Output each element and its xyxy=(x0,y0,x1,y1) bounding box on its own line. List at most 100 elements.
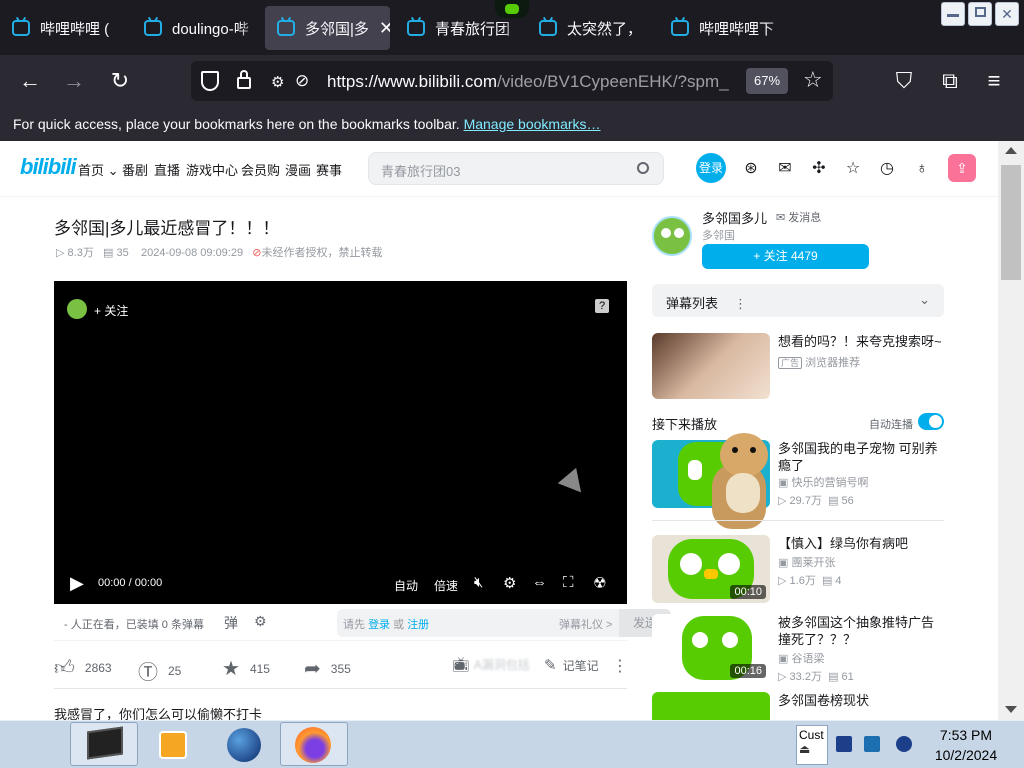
fullscreen-icon[interactable]: ☢ xyxy=(593,574,606,592)
danmaku-list-panel[interactable]: 弹幕列表 ⋮ ⌄ xyxy=(652,284,944,317)
taskbar-globe[interactable] xyxy=(210,722,278,766)
mute-icon[interactable]: 🔇︎ xyxy=(474,574,483,591)
more-options-icon[interactable]: ⋮ xyxy=(612,656,628,676)
ad-card[interactable]: 想看的吗？！来夸克搜索呀~ 广告 浏览器推荐 xyxy=(652,333,944,399)
manage-bookmarks-link[interactable]: Manage bookmarks… xyxy=(464,116,601,132)
clock-date: 10/2/2024 xyxy=(934,747,998,763)
settings-gear-icon[interactable]: ⚙ xyxy=(503,574,516,592)
forward-arrow-icon[interactable]: → xyxy=(60,67,88,95)
chevron-down-icon: ⌄ xyxy=(107,163,119,178)
uploader-name[interactable]: 多邻国多儿 xyxy=(702,208,767,227)
url-path: /video/BV1CypeenEHK/?spm_ xyxy=(497,72,729,91)
danmaku-settings-icon[interactable]: ⚙ xyxy=(254,613,267,630)
favorite-button[interactable]: ★ 415 xyxy=(222,656,270,681)
uploader-mini-avatar[interactable] xyxy=(67,299,87,319)
permissions-icon[interactable]: ⚙ xyxy=(271,73,284,91)
login-button[interactable]: 登录 xyxy=(696,153,726,183)
tab-doulingo[interactable]: doulingo-哔 xyxy=(132,6,264,50)
share-arrow-icon: ➦ xyxy=(304,658,321,680)
web-fullscreen-icon[interactable]: ⛶ xyxy=(563,574,574,591)
pocket-icon[interactable]: ⛉ xyxy=(890,67,918,95)
upload-button[interactable]: ⇪ xyxy=(948,154,976,182)
share-button[interactable]: ➦ 355 xyxy=(304,656,351,681)
vip-icon[interactable]: ⊛ xyxy=(741,159,761,179)
search-box[interactable]: 青春旅行团03 xyxy=(368,152,664,185)
message-icon[interactable]: ✉ xyxy=(775,159,795,179)
scroll-down-arrow-icon[interactable] xyxy=(1005,706,1017,713)
related-video-card[interactable]: 00:10 【慎入】绿鸟你有病吧 ▣ 團莱开张 ▷ 1.6万 ▤ 4 xyxy=(652,535,944,603)
related-video-card[interactable]: 00:16 被多邻国这个抽象推特广告撞死了？？？ ▣ 谷语梁 ▷ 33.2万 ▤… xyxy=(652,614,944,683)
publish-date: 2024-09-08 09:09:29 xyxy=(140,247,244,259)
tv-icon: 📺︎ xyxy=(452,656,470,672)
video-player[interactable]: + 关注 ? ▶ 00:00 / 00:00 自动 倍速 🔇︎ ⚙ ⇔ ⛶ ☢ xyxy=(54,281,627,604)
close-window-button[interactable]: ✕ xyxy=(995,2,1019,26)
extensions-icon[interactable]: ⧉ xyxy=(936,67,964,95)
back-arrow-icon[interactable]: ← xyxy=(16,67,44,95)
player-follow-button[interactable]: + 关注 xyxy=(94,302,128,319)
bookmark-star-icon[interactable]: ☆ xyxy=(803,67,823,93)
zoom-level-badge[interactable]: 67% xyxy=(746,68,788,94)
reload-icon[interactable]: ↻ xyxy=(106,67,134,95)
uploader-avatar[interactable] xyxy=(652,216,692,256)
shield-icon[interactable] xyxy=(201,71,219,91)
minimize-window-button[interactable] xyxy=(941,2,965,26)
help-icon[interactable]: ? xyxy=(595,299,609,313)
address-bar[interactable]: ⚙ ⊘ https://www.bilibili.com/video/BV1Cy… xyxy=(191,61,833,101)
related-video-card[interactable]: 多邻国卷榜现状 xyxy=(652,692,944,720)
creator-bulb-icon[interactable]: ♁ xyxy=(912,159,932,179)
nav-shop[interactable]: 会员购 xyxy=(241,160,280,179)
menu-icon[interactable]: ≡ xyxy=(980,67,1008,95)
follow-button[interactable]: + 关注 4479 xyxy=(702,244,869,269)
widescreen-icon[interactable]: ⇔ xyxy=(532,574,547,591)
like-button[interactable]: 👍︎ 2863 xyxy=(54,656,112,680)
nav-home[interactable]: 首页 ⌄ xyxy=(78,160,119,179)
note-button[interactable]: ✎ 记笔记 xyxy=(544,656,599,674)
blurred-action[interactable]: 📺︎ A漏洞包括 xyxy=(452,656,530,673)
speed-button[interactable]: 倍速 xyxy=(434,577,458,594)
send-message-link[interactable]: ✉ 发消息 xyxy=(776,209,821,225)
more-options-icon[interactable]: ⋮ xyxy=(734,296,747,311)
bilibili-tab-icon xyxy=(407,20,425,36)
nav-live[interactable]: 直播 xyxy=(154,160,180,179)
sync-tray-icon[interactable] xyxy=(896,736,912,752)
tab-current-video[interactable]: 多邻国|多 ✕ xyxy=(265,6,390,50)
system-clock[interactable]: 7:53 PM 10/2/2024 xyxy=(926,725,1006,765)
history-clock-icon[interactable]: ◷ xyxy=(877,159,897,179)
note-icon: ✎ xyxy=(544,657,557,674)
danmaku-register-link[interactable]: 注册 xyxy=(407,619,429,631)
bilibili-logo[interactable]: bilibili xyxy=(20,154,77,180)
search-icon[interactable] xyxy=(637,162,649,174)
search-input[interactable]: 青春旅行团03 xyxy=(381,161,460,180)
tab-sudden[interactable]: 太突然了， xyxy=(527,6,659,50)
favorites-star-icon[interactable]: ☆ xyxy=(843,159,863,179)
coin-button[interactable]: Ⓣ 25 xyxy=(138,656,181,685)
taskbar-file-manager[interactable] xyxy=(70,722,138,766)
danmaku-login-link[interactable]: 登录 xyxy=(368,619,390,631)
nav-anime[interactable]: 番剧 xyxy=(122,160,148,179)
close-tab-icon[interactable]: ✕ xyxy=(379,18,390,39)
network-tray-icon[interactable] xyxy=(836,736,852,752)
autoplay-toggle[interactable] xyxy=(918,413,944,430)
scrollbar-thumb[interactable] xyxy=(1001,165,1021,280)
restore-window-button[interactable] xyxy=(968,2,992,26)
customize-tray[interactable]: Cust ⏏ xyxy=(796,725,828,765)
nav-esports[interactable]: 赛事 xyxy=(316,160,342,179)
danmaku-toggle-icon[interactable]: 弹 xyxy=(224,613,238,633)
taskbar-media-player[interactable] xyxy=(140,722,208,766)
related-video-card[interactable]: 多邻国我的电子宠物 可别养瘾了 ▣ 快乐的营销号啊 ▷ 29.7万 ▤ 56 xyxy=(652,440,944,508)
tab-bilibili-down[interactable]: 哔哩哔哩下 xyxy=(659,6,791,50)
tab-bilibili-home[interactable]: 哔哩哔哩 ( xyxy=(0,6,132,50)
display-tray-icon[interactable] xyxy=(864,736,880,752)
autoplay-blocked-icon[interactable]: ⊘ xyxy=(295,71,309,91)
no-repost-icon: ⊘ xyxy=(252,247,262,259)
danmaku-input[interactable]: 请先 登录 或 注册 弹幕礼仪 > 发送 xyxy=(337,609,671,637)
danmaku-etiquette-link[interactable]: 弹幕礼仪 > xyxy=(559,616,612,632)
taskbar-firefox[interactable] xyxy=(280,722,348,766)
nav-game-center[interactable]: 游戏中心 xyxy=(186,160,238,179)
lock-icon[interactable] xyxy=(237,70,251,89)
quality-button[interactable]: 自动 xyxy=(394,577,418,594)
play-icon[interactable]: ▶ xyxy=(70,573,84,594)
scroll-up-arrow-icon[interactable] xyxy=(1005,147,1017,154)
nav-manga[interactable]: 漫画 xyxy=(285,160,311,179)
dynamic-icon[interactable]: ✣ xyxy=(809,159,829,179)
